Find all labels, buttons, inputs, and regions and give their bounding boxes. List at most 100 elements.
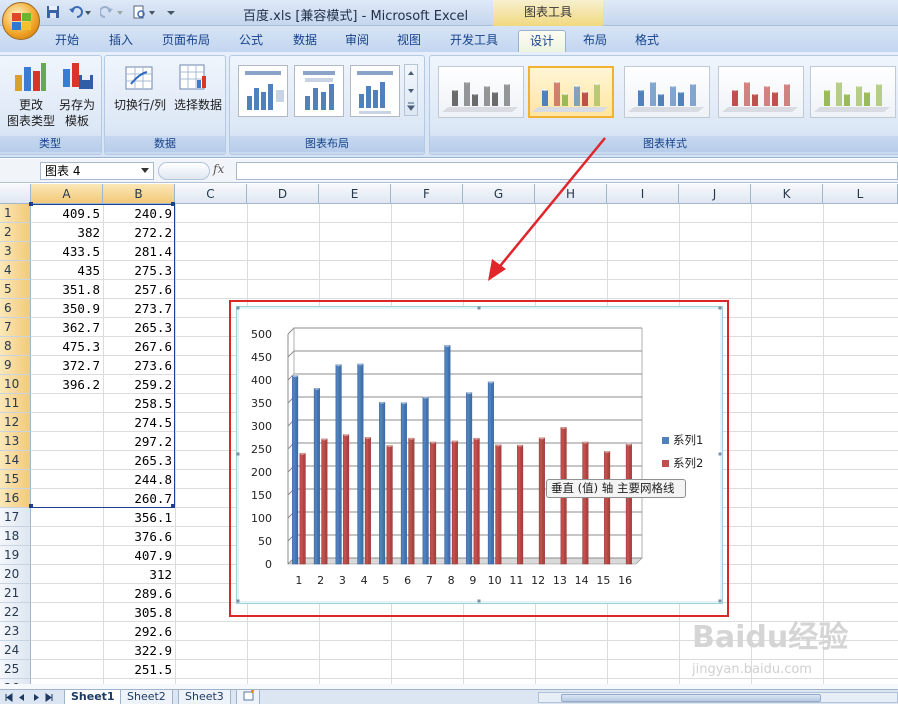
column-header-B[interactable]: B [103,184,175,204]
group-data-label: 数据 [105,136,225,152]
row-header-25[interactable]: 25 [0,660,31,679]
row-header-22[interactable]: 22 [0,603,31,622]
row-header-12[interactable]: 12 [0,413,31,432]
save-as-template-button[interactable]: 另存为 模板 [55,97,99,129]
insert-sheet-icon [243,690,254,701]
row-header-3[interactable]: 3 [0,242,31,261]
tab-data[interactable]: 数据 [284,30,326,52]
sheet-tab-3[interactable]: Sheet3 [178,690,231,704]
column-header-J[interactable]: J [679,184,751,204]
change-chart-type-button[interactable]: 更改 图表类型 [3,97,59,129]
insert-function-icon[interactable]: fx [213,162,233,180]
cell-B25[interactable]: 251.5 [103,660,175,679]
chart-tools-context-label: 图表工具 [493,0,603,26]
tab-format[interactable]: 格式 [626,30,668,52]
tab-view[interactable]: 视图 [388,30,430,52]
column-header-A[interactable]: A [31,184,103,204]
horizontal-scroll-thumb[interactable] [561,694,821,702]
sheet-tab-1[interactable]: Sheet1 [64,690,122,704]
horizontal-scrollbar[interactable] [538,692,898,703]
column-header-K[interactable]: K [751,184,823,204]
row-header-10[interactable]: 10 [0,375,31,394]
layout-gallery-scroll[interactable] [404,64,418,116]
save-icon[interactable] [46,5,60,21]
switch-row-column-icon [125,66,153,90]
layout-1-tile[interactable] [238,65,288,117]
cell-B22[interactable]: 305.8 [103,603,175,622]
cell-B18[interactable]: 376.6 [103,527,175,546]
style-thumb-5 [814,80,890,112]
row-header-18[interactable]: 18 [0,527,31,546]
row-header-11[interactable]: 11 [0,394,31,413]
tab-home[interactable]: 开始 [46,30,88,52]
layout-2-tile[interactable] [294,65,344,117]
tab-layout[interactable]: 布局 [574,30,616,52]
column-header-L[interactable]: L [823,184,898,204]
tab-review[interactable]: 审阅 [336,30,378,52]
tab-design[interactable]: 设计 [518,30,566,52]
chart-highlight-box [229,300,729,617]
window-title: 百度.xls [兼容模式] - Microsoft Excel [243,9,469,24]
row-header-14[interactable]: 14 [0,451,31,470]
tab-formulas[interactable]: 公式 [230,30,272,52]
select-data-button[interactable]: 选择数据 [171,97,225,113]
column-header-D[interactable]: D [247,184,319,204]
select-all-corner[interactable] [0,184,31,204]
formula-bar: 图表 4 fx [0,159,898,183]
layout-3-tile[interactable] [350,65,400,117]
baidu-watermark: Baidu经验 jingyan.baidu.com [691,607,892,682]
group-type: 更改 图表类型 另存为 模板 类型 [0,55,102,155]
column-header-C[interactable]: C [175,184,247,204]
customize-quick-access-icon[interactable] [166,5,176,21]
column-header-F[interactable]: F [391,184,463,204]
sheet-navigation-icon[interactable] [4,693,62,702]
range-handle[interactable] [171,504,175,508]
print-preview-icon[interactable] [132,5,156,21]
row-header-4[interactable]: 4 [0,261,31,280]
row-header-13[interactable]: 13 [0,432,31,451]
row-header-8[interactable]: 8 [0,337,31,356]
column-header-E[interactable]: E [319,184,391,204]
row-header-2[interactable]: 2 [0,223,31,242]
row-header-1[interactable]: 1 [0,204,31,223]
cell-B19[interactable]: 407.9 [103,546,175,565]
switch-row-column-button[interactable]: 切换行/列 [109,97,171,113]
row-header-6[interactable]: 6 [0,299,31,318]
cell-B17[interactable]: 356.1 [103,508,175,527]
row-header-7[interactable]: 7 [0,318,31,337]
row-header-24[interactable]: 24 [0,641,31,660]
row-header-16[interactable]: 16 [0,489,31,508]
row-header-9[interactable]: 9 [0,356,31,375]
sheet-tab-2[interactable]: Sheet2 [120,690,173,704]
column-header-I[interactable]: I [607,184,679,204]
range-handle[interactable] [29,504,33,508]
tab-insert[interactable]: 插入 [100,30,142,52]
row-header-23[interactable]: 23 [0,622,31,641]
tab-page-layout[interactable]: 页面布局 [154,30,218,52]
range-handle[interactable] [171,202,175,206]
range-handle[interactable] [29,202,33,206]
cell-B24[interactable]: 322.9 [103,641,175,660]
row-header-5[interactable]: 5 [0,280,31,299]
row-header-20[interactable]: 20 [0,565,31,584]
undo-icon[interactable] [68,5,92,21]
row-header-21[interactable]: 21 [0,584,31,603]
watermark-brand: Baidu经验 [692,620,848,655]
cell-B21[interactable]: 289.6 [103,584,175,603]
redo-icon[interactable] [99,5,124,21]
cell-B20[interactable]: 312 [103,565,175,584]
name-box[interactable]: 图表 4 [40,162,154,180]
row-header-19[interactable]: 19 [0,546,31,565]
cell-B23[interactable]: 292.6 [103,622,175,641]
row-header-17[interactable]: 17 [0,508,31,527]
title-bar: 百度.xls [兼容模式] - Microsoft Excel 图表工具 [0,0,898,26]
office-button[interactable] [2,2,40,40]
row-header-15[interactable]: 15 [0,470,31,489]
formula-splitter[interactable] [158,162,210,180]
insert-sheet-tab[interactable] [236,690,260,704]
tab-developer[interactable]: 开发工具 [442,30,506,52]
name-box-dropdown-icon[interactable] [141,168,149,174]
save-template-icon [63,63,93,89]
select-data-icon [179,64,206,90]
sheet-tab-bar: Sheet1 Sheet2 Sheet3 [0,689,898,704]
